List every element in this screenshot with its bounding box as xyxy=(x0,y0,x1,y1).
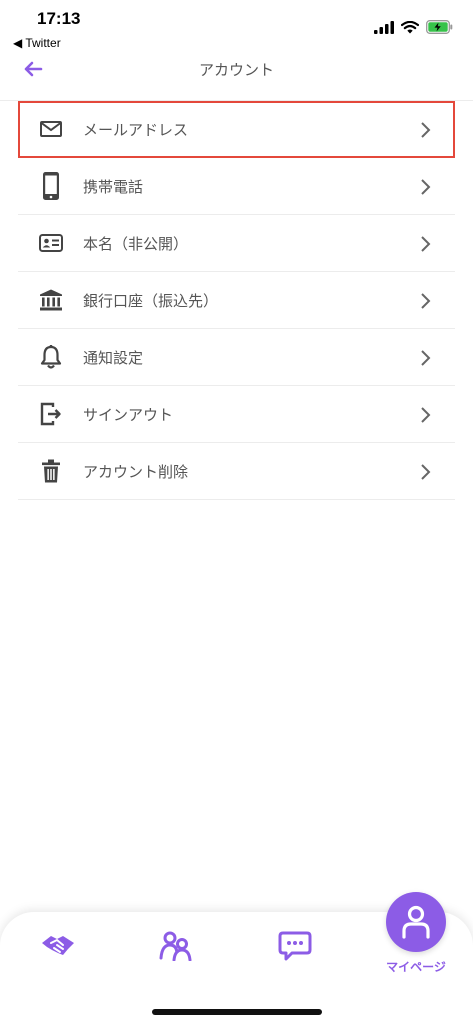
menu-item-label: アカウント削除 xyxy=(83,462,189,481)
chevron-right-icon xyxy=(421,122,431,138)
menu-item-label: メールアドレス xyxy=(83,120,189,139)
signal-icon xyxy=(374,20,394,34)
menu-item-phone[interactable]: 携帯電話 xyxy=(18,158,455,215)
menu-item-label: 携帯電話 xyxy=(83,177,144,196)
status-icons xyxy=(374,19,453,35)
chat-icon xyxy=(278,931,312,961)
wifi-icon xyxy=(401,20,419,33)
chevron-right-icon xyxy=(421,236,431,252)
sign-out-icon xyxy=(35,398,67,430)
id-card-icon xyxy=(35,227,67,259)
chevron-right-icon xyxy=(421,464,431,480)
people-icon xyxy=(159,931,192,961)
status-bar: 17:13 ◀ Twitter xyxy=(0,0,473,56)
menu-item-notifications[interactable]: 通知設定 xyxy=(18,329,455,386)
person-icon xyxy=(402,905,430,939)
tab-deals[interactable] xyxy=(36,928,80,964)
bell-icon xyxy=(35,341,67,373)
page-title: アカウント xyxy=(198,61,274,79)
bank-icon xyxy=(35,284,67,316)
home-indicator xyxy=(152,1009,322,1015)
status-time: 17:13 xyxy=(37,9,81,28)
account-screen: 17:13 ◀ Twitter アカウント メールアドレス 携帯電話 本名（非公… xyxy=(0,0,473,1024)
menu-item-bank-account[interactable]: 銀行口座（振込先） xyxy=(18,272,455,329)
tab-messages[interactable] xyxy=(273,928,317,964)
menu-item-sign-out[interactable]: サインアウト xyxy=(18,386,455,443)
tab-my-page[interactable] xyxy=(386,892,446,952)
chevron-right-icon xyxy=(421,350,431,366)
menu-item-label: 通知設定 xyxy=(83,348,144,367)
chevron-right-icon xyxy=(421,179,431,195)
menu-item-label: サインアウト xyxy=(83,405,174,424)
back-to-app-link[interactable]: ◀ Twitter xyxy=(13,36,61,50)
account-menu-list: メールアドレス 携帯電話 本名（非公開） 銀行口座（振込先） 通知設定 サインア… xyxy=(18,101,455,500)
battery-icon xyxy=(426,20,453,34)
trash-icon xyxy=(35,455,67,487)
phone-icon xyxy=(35,170,67,202)
menu-item-delete-account[interactable]: アカウント削除 xyxy=(18,443,455,500)
menu-item-label: 本名（非公開） xyxy=(83,234,189,253)
chevron-right-icon xyxy=(421,407,431,423)
chevron-right-icon xyxy=(421,293,431,309)
handshake-icon xyxy=(42,936,74,955)
menu-item-label: 銀行口座（振込先） xyxy=(83,291,219,310)
tab-my-page-label[interactable]: マイページ xyxy=(376,958,456,975)
tab-community[interactable] xyxy=(154,928,198,964)
mail-icon xyxy=(35,113,67,145)
nav-bar: アカウント xyxy=(0,50,473,90)
menu-item-email[interactable]: メールアドレス xyxy=(18,101,455,158)
menu-item-real-name[interactable]: 本名（非公開） xyxy=(18,215,455,272)
